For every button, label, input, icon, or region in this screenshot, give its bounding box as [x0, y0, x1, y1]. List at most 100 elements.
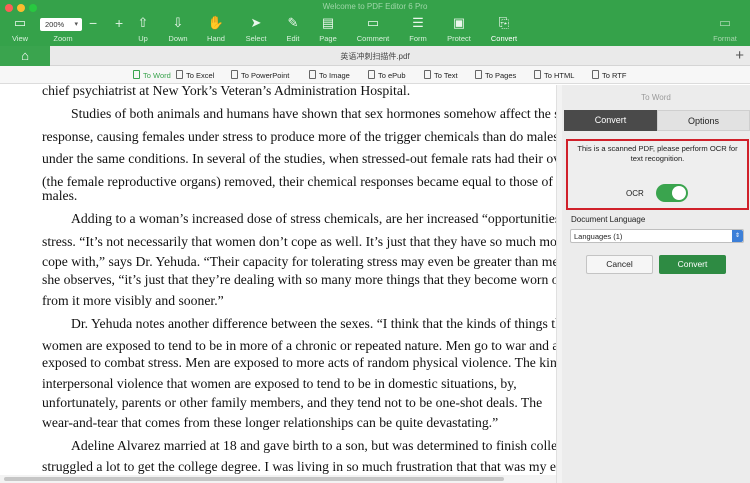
- toolbar-down-button[interactable]: ⇩ Down: [158, 15, 198, 43]
- toolbar-hand-button[interactable]: ✋ Hand: [196, 15, 236, 43]
- toolbar-down-label: Down: [168, 34, 188, 43]
- toolbar-select-label: Select: [245, 34, 267, 43]
- format-to-epub[interactable]: To ePub: [368, 70, 406, 80]
- cancel-button[interactable]: Cancel: [586, 255, 653, 274]
- format-label: To RTF: [602, 71, 627, 80]
- document-tab-title[interactable]: 英语冲刺扫描件.pdf: [0, 51, 750, 62]
- tab-options[interactable]: Options: [657, 110, 750, 131]
- cursor-icon: ➤: [250, 15, 262, 30]
- format-label: To Image: [319, 71, 350, 80]
- document-line: from it more visibly and sooner.”: [42, 293, 224, 308]
- format-label: To ePub: [378, 71, 406, 80]
- document-line: (the female reproductive organs) removed…: [42, 174, 556, 189]
- format-label: To Word: [143, 71, 171, 80]
- image-file-icon: [309, 70, 316, 79]
- convert-button[interactable]: Convert: [659, 255, 726, 274]
- toolbar-zoom-label: Zoom: [53, 34, 73, 43]
- document-line: Adeline Alvarez married at 18 and gave b…: [71, 438, 556, 453]
- toolbar-edit-button[interactable]: ✎ Edit: [273, 15, 313, 43]
- hand-icon: ✋: [207, 15, 225, 30]
- format-label: To HTML: [544, 71, 575, 80]
- document-line: Adding to a woman’s increased dose of st…: [71, 211, 556, 226]
- toolbar-page-button[interactable]: ▤ Page: [308, 15, 348, 43]
- ocr-message: This is a scanned PDF, please perform OC…: [577, 144, 738, 163]
- toolbar-page-label: Page: [319, 34, 337, 43]
- pdf-document-view[interactable]: chief psychiatrist at New York’s Veteran…: [0, 85, 556, 483]
- main-toolbar: Welcome to PDF Editor 6 Pro ▭ View 200% …: [0, 0, 750, 46]
- arrow-up-icon: ⇧: [137, 15, 149, 30]
- lock-icon: ▣: [452, 15, 466, 30]
- pages-file-icon: [475, 70, 482, 79]
- toolbar-up-button[interactable]: ⇧ Up: [123, 15, 163, 43]
- convert-panel: To Word Convert Options This is a scanne…: [562, 85, 750, 483]
- format-to-rtf[interactable]: To RTF: [592, 70, 626, 80]
- format-to-html[interactable]: To HTML: [534, 70, 574, 80]
- tab-bar: ⌂ 英语冲刺扫描件.pdf +: [0, 46, 750, 66]
- language-select-value: Languages (1): [574, 232, 623, 241]
- horizontal-scroll-thumb[interactable]: [4, 477, 504, 481]
- language-select[interactable]: Languages (1) ⇕: [570, 229, 744, 243]
- form-icon: ☰: [412, 15, 424, 30]
- format-icon: ▭: [718, 15, 732, 30]
- powerpoint-file-icon: [231, 70, 238, 79]
- zoom-out-button[interactable]: −: [89, 15, 97, 31]
- toolbar-comment-label: Comment: [356, 34, 390, 43]
- toolbar-up-label: Up: [138, 34, 148, 43]
- format-to-image[interactable]: To Image: [309, 70, 350, 80]
- page-icon: ▤: [321, 15, 335, 30]
- ocr-notice-box: This is a scanned PDF, please perform OC…: [566, 139, 749, 210]
- toolbar-format-label: Format: [713, 34, 737, 43]
- rtf-file-icon: [592, 70, 599, 79]
- format-label: To Excel: [186, 71, 215, 80]
- text-file-icon: [424, 70, 431, 79]
- sidebar-icon: ▭: [13, 15, 27, 30]
- convert-format-bar: To Word To Excel To PowerPoint To Image …: [0, 66, 750, 84]
- toolbar-form-label: Form: [409, 34, 427, 43]
- excel-file-icon: [176, 70, 183, 79]
- horizontal-scrollbar[interactable]: [0, 475, 556, 483]
- toolbar-format-button[interactable]: ▭ Format: [705, 15, 745, 43]
- zoom-select[interactable]: 200% ▾: [40, 18, 82, 31]
- toolbar-edit-label: Edit: [286, 34, 300, 43]
- window-title: Welcome to PDF Editor 6 Pro: [322, 2, 428, 11]
- toolbar-convert-button[interactable]: ⎘ Convert: [484, 15, 524, 43]
- epub-file-icon: [368, 70, 375, 79]
- toolbar-zoom-label-wrap: Zoom: [43, 34, 83, 43]
- document-line: Studies of both animals and humans have …: [71, 106, 556, 121]
- document-line: males.: [42, 188, 78, 203]
- html-file-icon: [534, 70, 541, 79]
- format-label: To Pages: [485, 71, 517, 80]
- panel-title: To Word: [641, 93, 671, 102]
- format-to-text[interactable]: To Text: [424, 70, 458, 80]
- tab-convert[interactable]: Convert: [564, 110, 657, 131]
- toolbar-protect-button[interactable]: ▣ Protect: [439, 15, 479, 43]
- add-tab-button[interactable]: +: [735, 47, 744, 64]
- toolbar-convert-label: Convert: [490, 34, 518, 43]
- toolbar-protect-label: Protect: [447, 34, 471, 43]
- document-line: exposed to combat stress. Men are expose…: [42, 355, 556, 370]
- word-file-icon: [133, 70, 140, 79]
- document-line: wear-and-tear that comes from these long…: [42, 415, 499, 430]
- format-to-powerpoint[interactable]: To PowerPoint: [231, 70, 289, 80]
- chevron-down-icon: ▾: [74, 21, 78, 28]
- ocr-label: OCR: [626, 189, 644, 198]
- format-label: To Text: [434, 71, 458, 80]
- comment-icon: ▭: [366, 15, 380, 30]
- format-to-pages[interactable]: To Pages: [475, 70, 516, 80]
- document-line: response, causing females under stress t…: [42, 129, 556, 144]
- toolbar-select-button[interactable]: ➤ Select: [236, 15, 276, 43]
- toolbar-hand-label: Hand: [207, 34, 225, 43]
- document-line: Dr. Yehuda notes another difference betw…: [71, 316, 556, 331]
- toolbar-comment-button[interactable]: ▭ Comment: [353, 15, 393, 43]
- zoom-in-button[interactable]: +: [115, 15, 123, 31]
- arrow-down-icon: ⇩: [172, 15, 184, 30]
- toggle-knob: [672, 186, 686, 200]
- chevron-updown-icon: ⇕: [732, 230, 743, 242]
- toolbar-view-label: View: [11, 34, 29, 43]
- toolbar-form-button[interactable]: ☰ Form: [398, 15, 438, 43]
- ocr-toggle[interactable]: [656, 184, 688, 202]
- format-to-excel[interactable]: To Excel: [176, 70, 214, 80]
- zoom-value: 200%: [45, 20, 65, 29]
- toolbar-view-button[interactable]: ▭ View: [0, 15, 40, 43]
- format-to-word[interactable]: To Word: [133, 70, 171, 80]
